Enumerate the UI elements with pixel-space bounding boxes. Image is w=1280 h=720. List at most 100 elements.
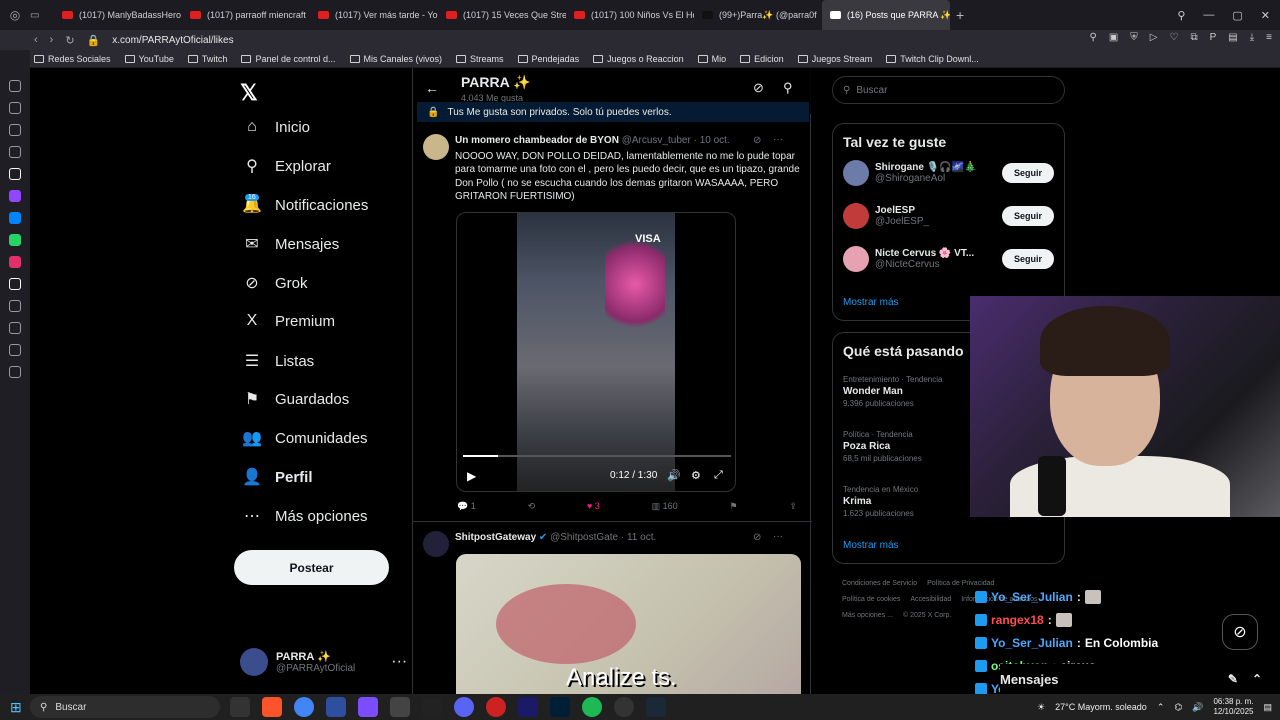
sidebar-toggle-icon[interactable]: ▤ <box>1228 32 1237 43</box>
discord-icon[interactable] <box>454 697 474 717</box>
nav-item-premium[interactable]: X Premium <box>243 312 335 330</box>
new-tab-button[interactable]: + <box>950 7 970 23</box>
grok-icon[interactable]: ⊘ <box>753 80 764 96</box>
nav-item-notificaciones[interactable]: 🔔 Notificaciones <box>242 196 368 215</box>
news-icon[interactable] <box>9 102 21 114</box>
trends-show-more-link[interactable]: Mostrar más <box>843 540 899 551</box>
browser-tab[interactable]: (1017) ManlyBadassHero <box>54 0 182 30</box>
grok-floating-button[interactable]: ⊘ <box>1222 614 1258 650</box>
tray-chevron-icon[interactable]: ⌃ <box>1157 702 1165 713</box>
footer-link[interactable]: © 2025 X Corp. <box>903 608 951 624</box>
messages-drawer[interactable]: Mensajes ✎ ⌃ <box>1000 664 1270 694</box>
browser-tab[interactable]: (1017) parraoff miencraft <box>182 0 310 30</box>
bookmark-icon[interactable]: ⚑ <box>730 501 738 512</box>
tweet[interactable]: ShitpostGateway ✔ @ShitpostGate · 11 oct… <box>413 523 812 694</box>
video-player[interactable]: VISA ▶ 0:12 / 1:30 🔊 ⚙ ⤢ <box>456 212 736 492</box>
music-icon[interactable] <box>9 124 21 136</box>
grok-icon[interactable]: ⊘ <box>753 532 761 543</box>
weather-icon[interactable]: ☀ <box>1037 702 1045 713</box>
profile-avatar[interactable]: P <box>1210 32 1217 43</box>
new-message-icon[interactable]: ✎ <box>1228 672 1238 686</box>
nav-item-perfil[interactable]: 👤 Perfil <box>242 468 312 487</box>
browser-logo-icon[interactable]: ◎ <box>0 8 30 22</box>
nav-item-listas[interactable]: ☰ Listas <box>243 352 314 371</box>
store-icon[interactable] <box>390 697 410 717</box>
follow-button[interactable]: Seguir <box>1002 163 1054 183</box>
steam-icon[interactable] <box>646 697 666 717</box>
more-dots-icon[interactable]: ··· <box>773 531 783 542</box>
notes-icon[interactable] <box>9 146 21 158</box>
photoshop-icon[interactable] <box>550 697 570 717</box>
premiere-icon[interactable] <box>518 697 538 717</box>
brave-icon[interactable] <box>262 697 282 717</box>
arc-icon[interactable] <box>9 168 21 180</box>
clock[interactable]: 06:38 p. m. 12/10/2025 <box>1213 697 1253 717</box>
browser-tab[interactable]: (99+)Parra✨ (@parra0f <box>694 0 822 30</box>
trend-item[interactable]: Tendencia en México Krima 1.623 publicacio… <box>843 485 918 518</box>
nav-item-explorar[interactable]: ⚲ Explorar <box>243 157 331 176</box>
tweet[interactable]: Un momero chambeador de BYON @Arcusv_tub… <box>413 126 812 522</box>
bookmark-item[interactable]: Redes Sociales <box>34 54 111 64</box>
speed-dial-icon[interactable] <box>9 80 21 92</box>
chrome-icon[interactable] <box>294 697 314 717</box>
tweet-date[interactable]: 10 oct. <box>700 135 730 146</box>
browser-tab[interactable]: (16) Posts que PARRA ✨ <box>822 0 950 30</box>
footer-link[interactable]: Más opciones ... <box>842 608 893 624</box>
settings-icon[interactable]: ⚙ <box>691 469 701 482</box>
site-info-icon[interactable]: 🔒 <box>87 34 101 47</box>
tab-search-icon[interactable]: ⚲ <box>1177 9 1185 22</box>
avatar[interactable] <box>423 134 449 160</box>
volume-icon[interactable]: 🔊 <box>1192 702 1203 713</box>
expand-icon[interactable]: ⌃ <box>1252 672 1262 686</box>
twitch-icon[interactable] <box>9 190 21 202</box>
bookmark-item[interactable]: Juegos Stream <box>797 54 872 64</box>
nav-item-guardados[interactable]: ⚑ Guardados <box>243 390 349 409</box>
extensions-side-icon[interactable] <box>9 344 21 356</box>
footer-link[interactable]: Accesibilidad <box>910 592 951 608</box>
download-icon[interactable]: ⤓ <box>1250 32 1254 43</box>
share-icon[interactable]: ⇪ <box>789 501 797 512</box>
back-icon[interactable]: ‹ <box>34 34 38 46</box>
bookmark-item[interactable]: Mis Canales (vivos) <box>349 54 442 64</box>
bookmark-item[interactable]: Twitch Clip Downl... <box>886 54 979 64</box>
extensions-icon[interactable]: ⧉ <box>1190 32 1197 43</box>
network-icon[interactable]: ⌬ <box>1174 702 1182 713</box>
tweet-handle[interactable]: @Arcusv_tuber <box>622 135 691 146</box>
account-switcher[interactable]: PARRA ✨ @PARRAytOficial ··· <box>240 648 407 676</box>
taskbar-search[interactable]: ⚲ Buscar <box>30 696 220 718</box>
volume-icon[interactable]: 🔊 <box>667 469 681 482</box>
heart-icon[interactable]: ♡ <box>1170 32 1179 43</box>
opera-icon[interactable] <box>486 697 506 717</box>
play-icon[interactable]: ▷ <box>1150 32 1158 43</box>
notifications-icon[interactable]: ▤ <box>1263 702 1272 713</box>
follow-button[interactable]: Seguir <box>1002 206 1054 226</box>
more-dots-icon[interactable]: ··· <box>391 653 407 671</box>
trend-item[interactable]: Política · Tendencia Poza Rica 68,5 mil pu… <box>843 430 922 463</box>
suggested-user[interactable]: JoelESP @JoelESP_ <box>843 203 929 229</box>
follow-button[interactable]: Seguir <box>1002 249 1054 269</box>
views-button[interactable]: ▥ 160 <box>652 501 678 512</box>
footer-link[interactable]: Política de cookies <box>842 592 900 608</box>
history-icon[interactable] <box>9 322 21 334</box>
x-icon[interactable] <box>9 278 21 290</box>
shield-icon[interactable]: ⛨ <box>1130 32 1138 43</box>
bookmark-item[interactable]: Juegos o Reaccion <box>593 54 684 64</box>
forward-icon[interactable]: › <box>50 34 54 46</box>
more-dots-icon[interactable]: ··· <box>773 134 783 145</box>
suggested-user[interactable]: Shirogane 🎙️🎧🌌🎄 @ShiroganeAol <box>843 160 976 186</box>
repost-button[interactable]: ⟲ <box>528 501 536 512</box>
play-icon[interactable]: ▶ <box>467 469 476 483</box>
url-text[interactable]: x.com/PARRAytOficial/likes <box>112 35 233 46</box>
vegas-icon[interactable] <box>326 697 346 717</box>
minimize-button[interactable]: — <box>1203 9 1214 21</box>
search-icon[interactable]: ⚲ <box>783 80 793 96</box>
nav-item-más-opciones[interactable]: ⋯ Más opciones <box>243 507 368 526</box>
video-player[interactable]: Analize ts. <box>456 554 801 694</box>
footer-link[interactable]: Condiciones de Servicio <box>842 576 917 592</box>
back-arrow-icon[interactable]: ← <box>425 80 439 96</box>
bookmark-item[interactable]: Pendejadas <box>517 54 579 64</box>
fullscreen-icon[interactable]: ⤢ <box>714 469 723 482</box>
trend-item[interactable]: Entretenimiento · Tendencia Wonder Man 9.3… <box>843 375 942 408</box>
bookmark-item[interactable]: Streams <box>456 54 504 64</box>
tweet-date[interactable]: 11 oct. <box>627 532 656 543</box>
